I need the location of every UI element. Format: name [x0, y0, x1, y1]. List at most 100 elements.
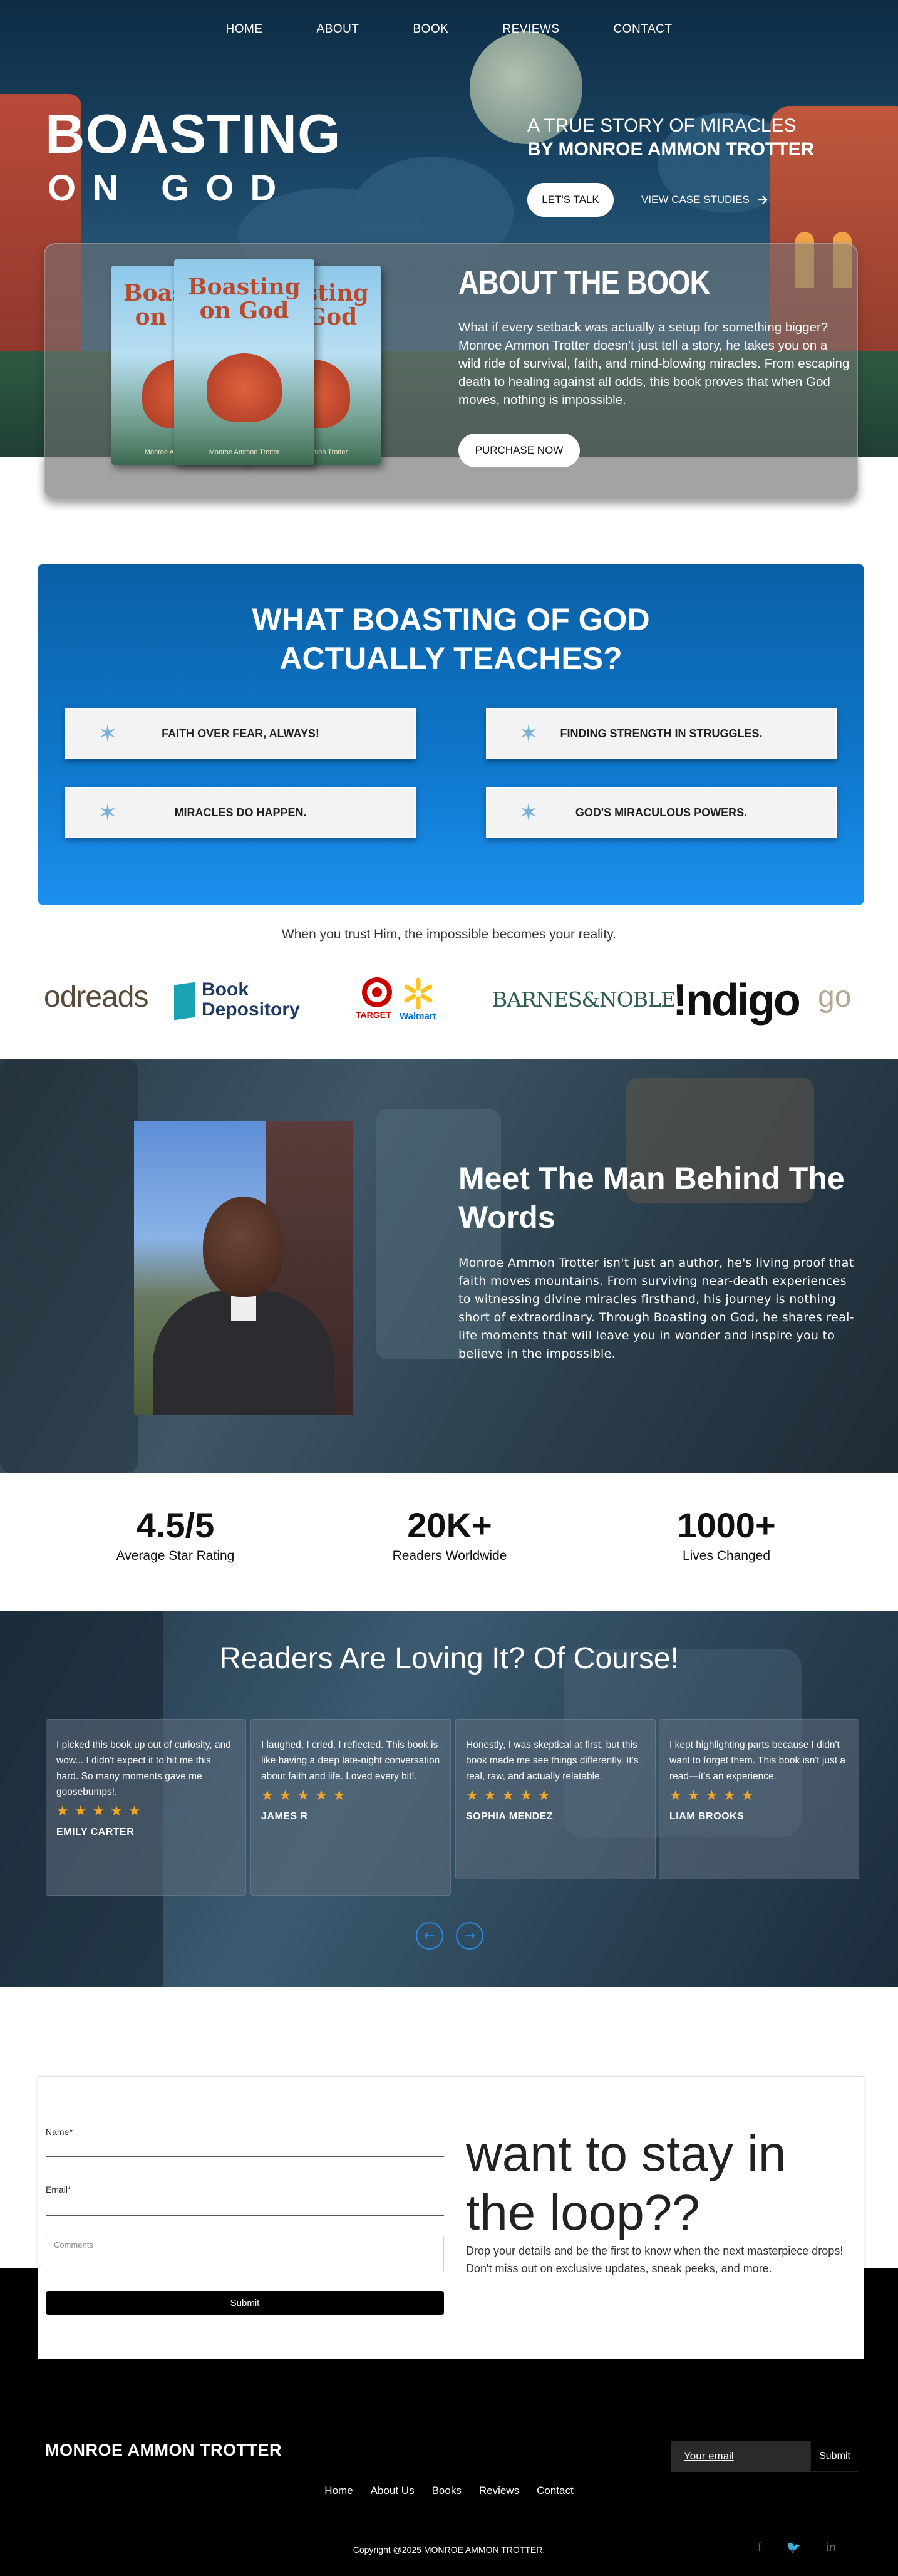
goodreads-logo[interactable]: odreads	[44, 980, 148, 1014]
teaching-item-label: GOD'S MIRACULOUS POWERS.	[575, 806, 748, 819]
name-label: Name*	[46, 2127, 73, 2137]
carousel-prev-button[interactable]: ←	[416, 1922, 443, 1950]
reviews-section: Readers Are Loving It? Of Course! I pick…	[0, 1611, 898, 1987]
carousel-next-button[interactable]: →	[456, 1922, 483, 1950]
footer-link-reviews[interactable]: Reviews	[479, 2485, 519, 2497]
reviewer-name: JAMES R	[261, 1811, 308, 1822]
star-icon: ✶	[519, 799, 539, 826]
footer-link-home[interactable]: Home	[324, 2485, 353, 2497]
stats-section: 4.5/5 Average Star Rating 20K+ Readers W…	[0, 1473, 898, 1611]
main-nav: HOME ABOUT BOOK REVIEWS CONTACT	[0, 23, 898, 36]
background-blur-shape	[0, 1059, 138, 1473]
book-cover-author: Monroe Ammon Trotter	[209, 449, 280, 456]
newsletter-title: want to stay in the loop??	[466, 2126, 787, 2240]
face-illustration	[203, 1197, 284, 1297]
name-field[interactable]	[46, 2156, 444, 2157]
target-bullseye-icon	[362, 977, 392, 1007]
rating-stars-icon: ★★★★★	[669, 1788, 760, 1804]
hero-tagline: A TRUE STORY OF MIRACLES	[527, 115, 797, 136]
target-walmart-logo[interactable]: TARGET	[354, 976, 397, 1020]
nav-book[interactable]: BOOK	[413, 23, 449, 36]
rating-stars-icon: ★★★★★	[261, 1788, 351, 1804]
lets-talk-button[interactable]: LET'S TALK	[527, 183, 614, 217]
meet-title: Meet The Man Behind The Words	[458, 1161, 845, 1235]
teaching-item: ✶ MIRACLES DO HAPPEN.	[65, 787, 416, 838]
footer-email-input[interactable]: Your email	[671, 2441, 810, 2472]
meet-author-section: Meet The Man Behind The Words Monroe Amm…	[0, 1059, 898, 1473]
reviewer-name: LIAM BROOKS	[669, 1811, 745, 1822]
view-case-studies-button[interactable]: VIEW CASE STUDIES	[632, 183, 777, 217]
view-case-studies-label: VIEW CASE STUDIES	[641, 194, 750, 205]
retailer-logos: odreads Book Depository TARGET Walmart B…	[0, 965, 898, 1040]
rating-stars-icon: ★★★★★	[56, 1804, 147, 1819]
book-cover-title: Boasting on God	[188, 274, 301, 324]
footer-nav: Home About Us Books Reviews Contact	[0, 2485, 898, 2497]
goodreads-logo-edge[interactable]: go	[818, 980, 851, 1014]
arrow-right-icon	[757, 195, 768, 204]
target-label: TARGET	[356, 1010, 391, 1020]
twitter-icon[interactable]: 🐦	[787, 2541, 800, 2554]
footer-submit-button[interactable]: Submit	[810, 2441, 859, 2472]
octopus-illustration	[207, 353, 282, 422]
book-depository-line2: Depository	[202, 999, 300, 1020]
book-cover-front: Boasting on God Monroe Ammon Trotter	[174, 259, 314, 465]
stat-number: 1000+	[677, 1505, 776, 1545]
author-photo	[134, 1121, 353, 1415]
stat-caption: Readers Worldwide	[392, 1549, 507, 1563]
review-card: I laughed, I cried, I reflected. This bo…	[250, 1719, 451, 1896]
review-card: I kept highlighting parts because I didn…	[659, 1719, 859, 1879]
nav-about[interactable]: ABOUT	[317, 23, 359, 36]
indigo-logo[interactable]: !ndigo	[673, 975, 801, 1026]
comments-textarea[interactable]: Comments	[46, 2236, 444, 2272]
footer-brand: MONROE AMMON TROTTER	[45, 2441, 282, 2459]
teaching-item-label: MIRACLES DO HAPPEN.	[174, 806, 307, 819]
nav-contact[interactable]: CONTACT	[614, 23, 673, 36]
hero-brand-line1: BOASTING	[45, 103, 341, 165]
stat-lives: 1000+ Lives Changed	[601, 1505, 852, 1564]
newsletter-text: Drop your details and be the first to kn…	[466, 2245, 844, 2275]
meet-text: Monroe Ammon Trotter isn't just an autho…	[458, 1256, 854, 1361]
form-submit-button[interactable]: Submit	[46, 2291, 444, 2315]
stat-rating: 4.5/5 Average Star Rating	[50, 1505, 301, 1564]
teaches-title-line1: WHAT BOASTING OF GOD	[252, 602, 650, 637]
review-text: I picked this book up out of curiosity, …	[56, 1740, 231, 1797]
book-depository-logo[interactable]: Book Depository	[202, 980, 300, 1020]
reviewer-name: SOPHIA MENDEZ	[466, 1811, 554, 1822]
star-icon: ✶	[519, 720, 539, 747]
rating-stars-icon: ★★★★★	[466, 1788, 556, 1804]
social-links: f 🐦 in	[758, 2541, 836, 2554]
hero-brand-line2: ON GOD	[48, 168, 293, 209]
footer-link-books[interactable]: Books	[432, 2485, 462, 2497]
teaching-item-label: FINDING STRENGTH IN STRUGGLES.	[560, 727, 763, 740]
reviewer-name: EMILY CARTER	[56, 1827, 135, 1837]
linkedin-icon[interactable]: in	[826, 2541, 836, 2554]
review-card: I picked this book up out of curiosity, …	[46, 1719, 246, 1896]
newsletter-card: Name* Email* Comments Submit want to sta…	[38, 2076, 864, 2359]
stat-number: 20K+	[407, 1505, 492, 1545]
teaching-item-label: FAITH OVER FEAR, ALWAYS!	[162, 727, 319, 740]
nav-reviews[interactable]: REVIEWS	[502, 23, 559, 36]
about-title: ABOUT THE BOOK	[458, 264, 710, 301]
review-text: I kept highlighting parts because I didn…	[669, 1740, 845, 1782]
book-depository-icon	[174, 982, 195, 1021]
teaching-item: ✶ GOD'S MIRACULOUS POWERS.	[486, 787, 837, 838]
facebook-icon[interactable]: f	[758, 2541, 761, 2554]
footer-link-about[interactable]: About Us	[371, 2485, 415, 2497]
stat-number: 4.5/5	[136, 1505, 215, 1545]
about-text: What if every setback was actually a set…	[458, 320, 850, 407]
stat-readers: 20K+ Readers Worldwide	[324, 1505, 575, 1564]
barnes-noble-logo[interactable]: BARNES&NOBLE	[492, 987, 676, 1012]
nav-home[interactable]: HOME	[226, 23, 263, 36]
review-text: I laughed, I cried, I reflected. This bo…	[261, 1740, 440, 1782]
teaching-item: ✶ FINDING STRENGTH IN STRUGGLES.	[486, 708, 837, 759]
email-field[interactable]	[46, 2215, 444, 2216]
teaching-item: ✶ FAITH OVER FEAR, ALWAYS!	[65, 708, 416, 759]
review-text: Honestly, I was skeptical at first, but …	[466, 1740, 639, 1782]
purchase-now-button[interactable]: PURCHASE NOW	[458, 434, 580, 467]
reviews-title: Readers Are Loving It? Of Course!	[219, 1642, 679, 1675]
teaches-title: WHAT BOASTING OF GOD ACTUALLY TEACHES?	[38, 600, 864, 678]
star-icon: ✶	[98, 799, 118, 826]
stat-caption: Average Star Rating	[116, 1549, 235, 1563]
walmart-label: Walmart	[400, 1011, 436, 1022]
footer-link-contact[interactable]: Contact	[537, 2485, 574, 2497]
